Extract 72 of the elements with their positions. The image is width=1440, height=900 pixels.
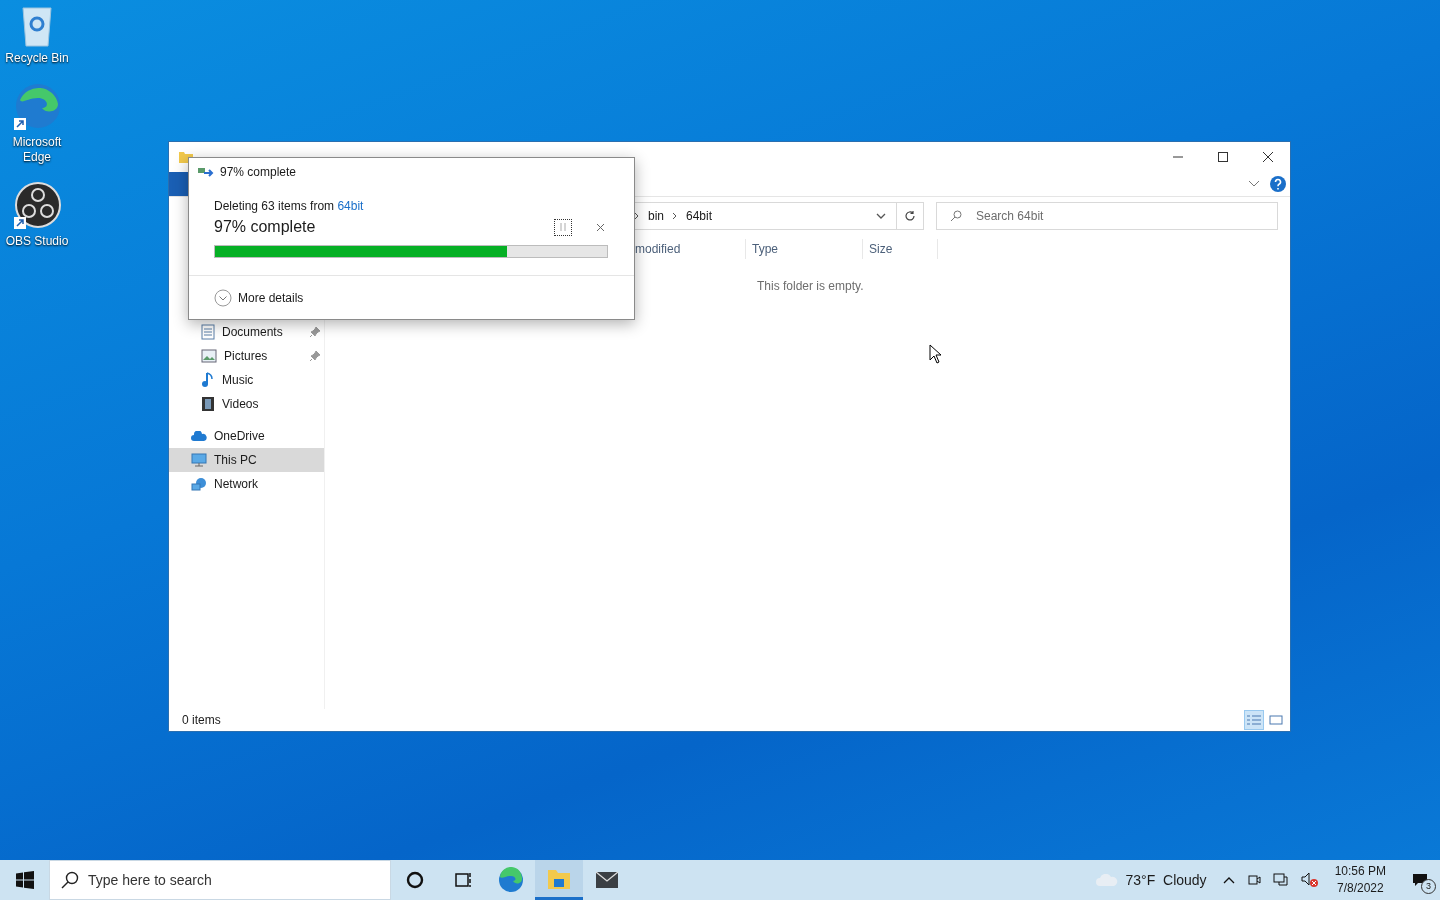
taskbar-search-field[interactable]: Type here to search: [49, 860, 391, 900]
source-folder-link[interactable]: 64bit: [337, 199, 364, 213]
nav-item[interactable]: OneDrive: [169, 424, 324, 448]
task-view-icon: [453, 871, 473, 889]
pause-icon: [559, 222, 567, 232]
notification-count-badge: 3: [1421, 879, 1436, 894]
dropdown-caret-icon[interactable]: [876, 213, 886, 219]
help-icon[interactable]: [1270, 176, 1286, 192]
cloud-icon: [191, 431, 207, 441]
nav-item[interactable]: This PC: [169, 448, 324, 472]
progress-message: Deleting 63 items from 64bit: [214, 199, 365, 213]
clock-date: 7/8/2022: [1336, 880, 1384, 897]
edge-browser-icon[interactable]: [12, 82, 62, 132]
column-header[interactable]: modified: [635, 239, 745, 259]
edge-browser-icon: [498, 867, 524, 893]
camera-icon[interactable]: [1246, 873, 1261, 887]
pause-button[interactable]: [554, 218, 572, 236]
clock[interactable]: 10:56 PM 7/8/2022: [1334, 863, 1386, 897]
desktop-icon-label: Recycle Bin: [4, 51, 70, 66]
pin-icon[interactable]: [310, 351, 320, 361]
muted-speaker-icon[interactable]: [1300, 872, 1319, 888]
cloud-icon: [1095, 874, 1118, 886]
envelope-icon: [595, 871, 619, 889]
breadcrumb-item[interactable]: 64bit: [686, 209, 713, 223]
column-header[interactable]: Size: [862, 239, 938, 259]
mouse-pointer-icon: [929, 344, 942, 364]
dialog-title: 97% complete: [220, 165, 297, 179]
search-field[interactable]: Search 64bit: [936, 202, 1278, 230]
chevron-up-icon[interactable]: [1222, 876, 1235, 884]
file-transfer-icon: [198, 167, 214, 177]
progress-heading: 97% complete: [214, 218, 316, 236]
desktop-icon-label: OBS Studio: [4, 234, 70, 249]
breadcrumb-item[interactable]: bin: [648, 209, 664, 223]
picture-icon: [201, 349, 217, 363]
expand-ribbon-icon[interactable]: [1248, 180, 1260, 188]
weather-text[interactable]: 73°F Cloudy: [1125, 872, 1207, 888]
nav-item[interactable]: Pictures: [169, 344, 324, 368]
close-icon: [595, 222, 605, 232]
refresh-icon: [904, 210, 916, 222]
item-count: 0 items: [182, 713, 221, 727]
search-icon: [61, 871, 79, 889]
network-globe-icon: [191, 477, 207, 491]
nav-item[interactable]: Videos: [169, 392, 324, 416]
more-details-button[interactable]: More details: [214, 288, 304, 307]
folder-icon: [547, 867, 571, 890]
pin-icon[interactable]: [310, 327, 320, 337]
close-icon: [1261, 151, 1274, 163]
computer-icon: [191, 453, 207, 467]
film-icon: [201, 396, 215, 412]
column-header[interactable]: Type: [745, 239, 862, 259]
obs-app-icon[interactable]: [12, 181, 62, 231]
notifications-button[interactable]: 3: [1400, 860, 1440, 900]
maximize-icon: [1216, 151, 1229, 163]
music-note-icon: [201, 372, 215, 388]
thumbnail-view-icon: [1269, 715, 1283, 725]
chevron-right-icon: [634, 212, 640, 220]
desktop-icon-label: Microsoft Edge: [11, 135, 63, 165]
cancel-button[interactable]: [594, 221, 606, 233]
nav-item[interactable]: Documents: [169, 320, 324, 344]
clock-time: 10:56 PM: [1334, 863, 1386, 880]
search-icon: [950, 210, 962, 222]
circle-icon: [406, 871, 424, 889]
empty-folder-message: This folder is empty.: [756, 278, 865, 293]
chevron-right-icon: [672, 212, 678, 220]
document-icon: [201, 324, 215, 340]
expand-circle-icon: [214, 288, 232, 307]
refresh-button[interactable]: [896, 202, 924, 230]
details-list-icon: [1247, 715, 1261, 725]
nav-item[interactable]: Music: [169, 368, 324, 392]
nav-item[interactable]: Network: [169, 472, 324, 496]
network-icon[interactable]: [1272, 873, 1289, 887]
windows-logo-icon: [15, 871, 34, 889]
